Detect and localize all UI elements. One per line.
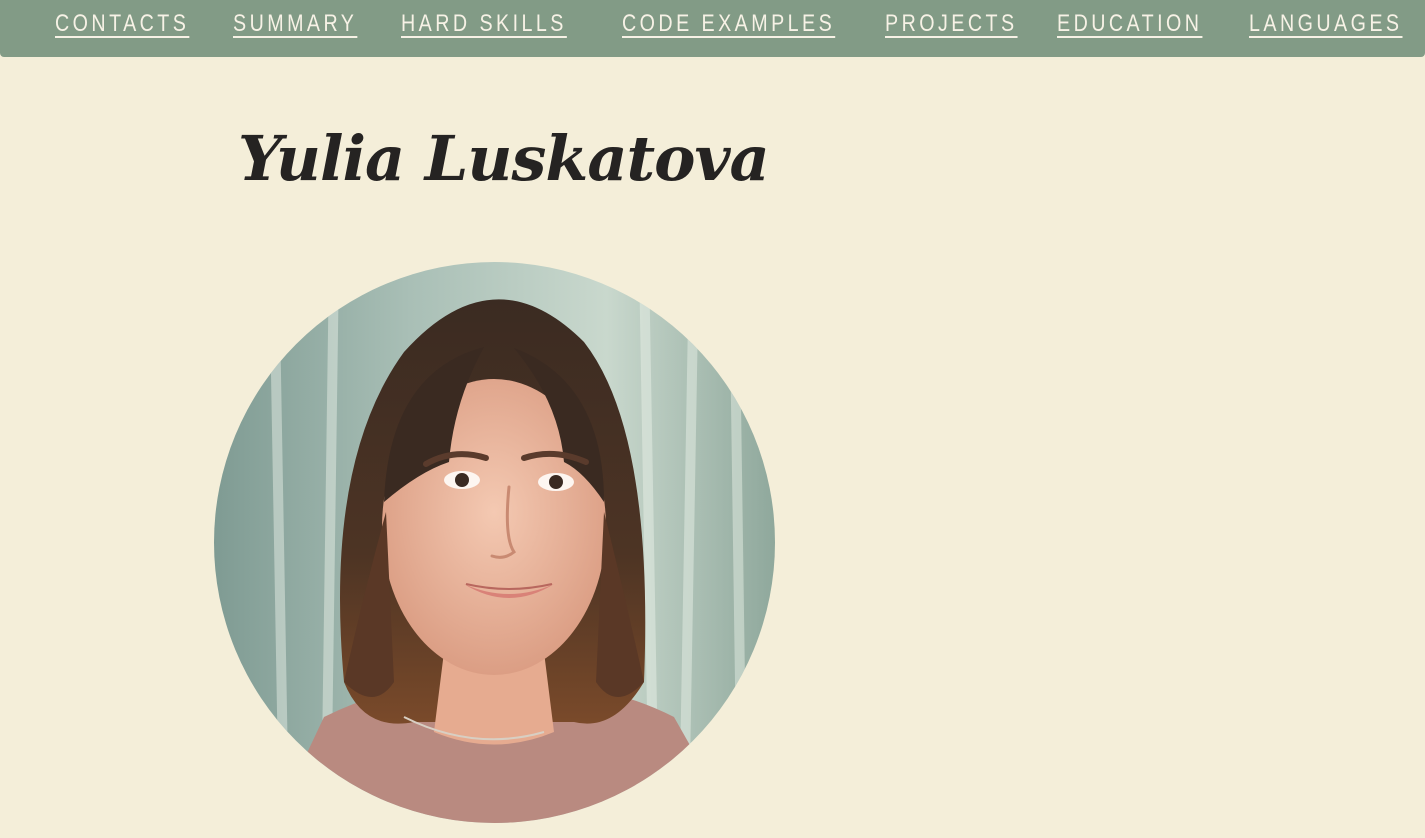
nav-link-code-examples[interactable]: CODE EXAMPLES	[622, 10, 835, 38]
profile-name: Yulia Luskatova	[238, 122, 770, 195]
nav-link-education[interactable]: EDUCATION	[1057, 10, 1202, 38]
nav-link-hard-skills[interactable]: HARD SKILLS	[401, 10, 567, 38]
top-navigation: CONTACTS SUMMARY HARD SKILLS CODE EXAMPL…	[0, 0, 1425, 57]
nav-link-summary[interactable]: SUMMARY	[233, 10, 357, 38]
profile-photo	[214, 262, 775, 823]
nav-link-languages[interactable]: LANGUAGES	[1249, 10, 1402, 38]
nav-link-contacts[interactable]: CONTACTS	[55, 10, 189, 38]
nav-link-projects[interactable]: PROJECTS	[885, 10, 1018, 38]
